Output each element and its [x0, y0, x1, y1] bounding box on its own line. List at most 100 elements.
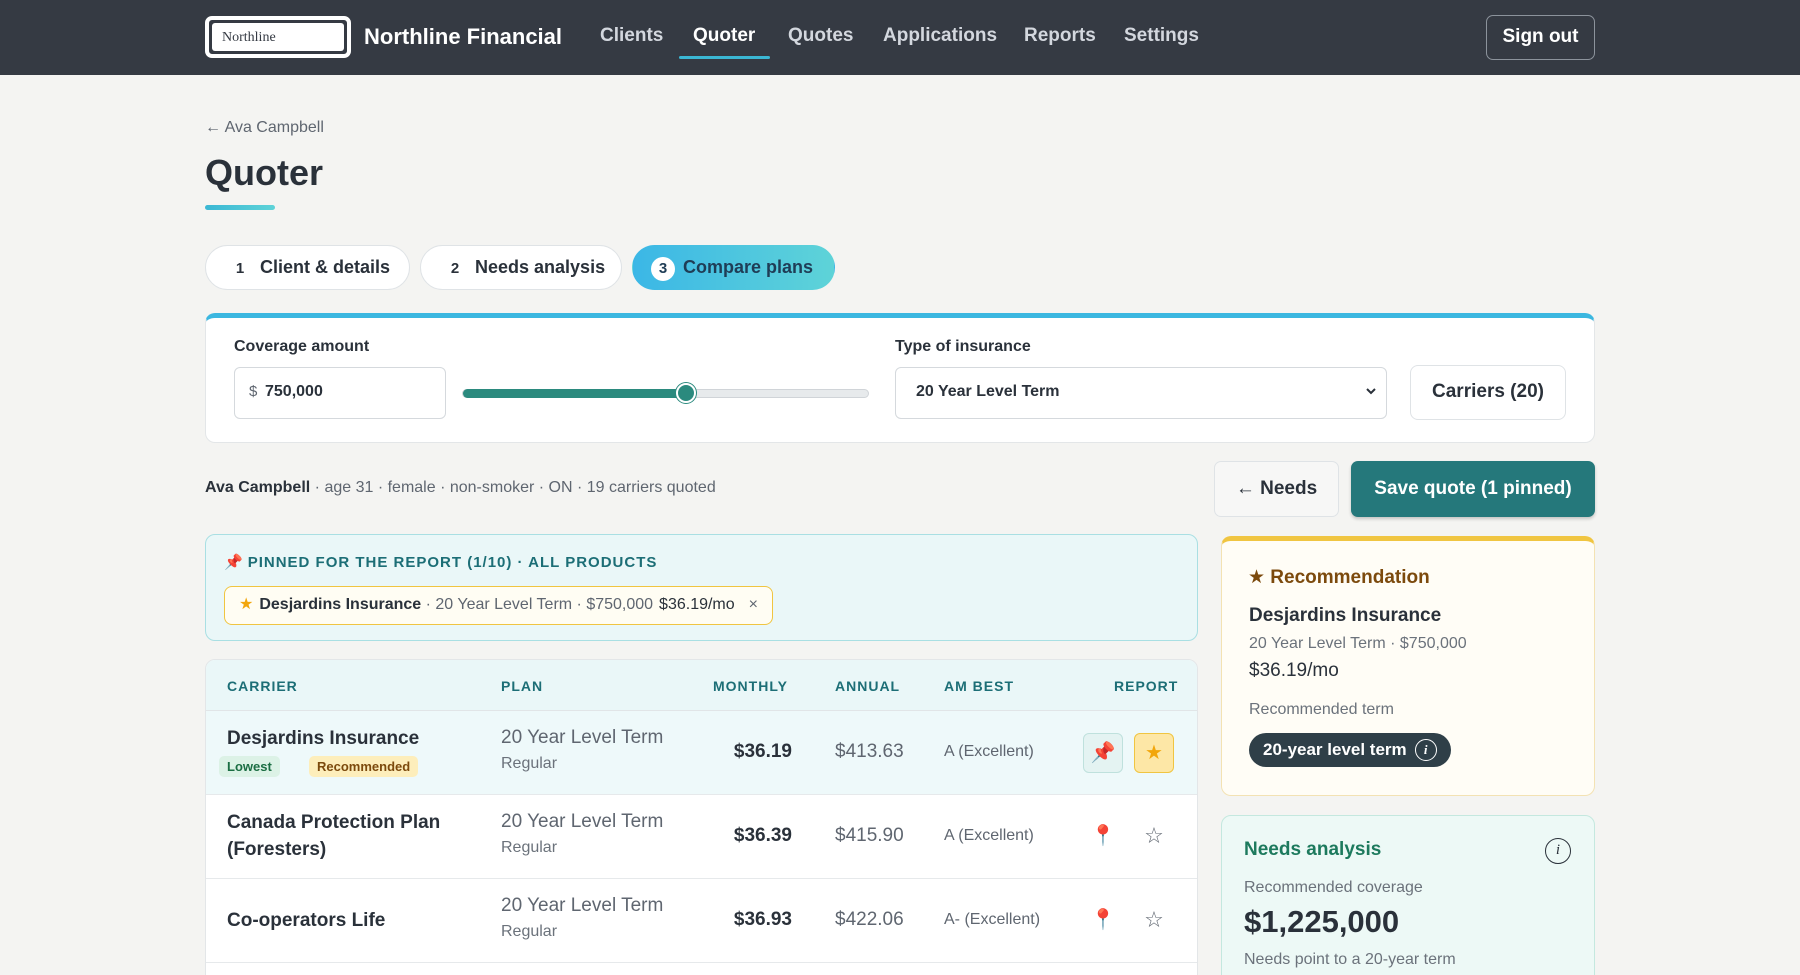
nav-link-applications[interactable]: Applications: [883, 25, 997, 47]
coverage-slider-fill: [463, 389, 687, 398]
monthly-premium: $36.39: [733, 825, 792, 846]
plan-name: 20 Year Level Term: [501, 895, 664, 916]
coverage-value: 750,000: [265, 383, 323, 400]
recommended-badge: Recommended: [309, 756, 419, 777]
pin-icon[interactable]: 📌: [1083, 733, 1123, 773]
nav-link-clients[interactable]: Clients: [600, 25, 663, 47]
step-needs-analysis[interactable]: 2 Needs analysis: [420, 245, 622, 290]
currency-symbol: $: [249, 383, 258, 400]
column-header-report: REPORT: [1114, 678, 1179, 694]
column-header-monthly[interactable]: MONTHLY: [713, 678, 788, 694]
chevron-down-icon: [1366, 388, 1376, 395]
nav-link-reports[interactable]: Reports: [1024, 25, 1096, 47]
nav-link-quotes[interactable]: Quotes: [788, 25, 853, 47]
star-icon: ★: [239, 596, 254, 613]
coverage-slider[interactable]: [462, 389, 869, 398]
step-number: 2: [450, 260, 460, 277]
recommended-plan: 20 Year Level Term · $750,000: [1249, 635, 1467, 652]
map-pin-icon[interactable]: 📍: [1083, 901, 1123, 941]
am-best-rating: A- (Excellent): [944, 911, 1041, 928]
recommendation-heading: ★ Recommendation: [1248, 567, 1430, 588]
column-header-annual[interactable]: ANNUAL: [835, 678, 900, 694]
map-pin-icon[interactable]: 📍: [1083, 817, 1123, 857]
recommendation-card: ★ Recommendation Desjardins Insurance 20…: [1221, 536, 1595, 796]
table-row[interactable]: Co-operators Life 20 Year Level Term Reg…: [206, 879, 1197, 963]
info-icon[interactable]: i: [1414, 739, 1437, 761]
plan-name: 20 Year Level Term: [501, 727, 664, 748]
step-compare-plans[interactable]: 3 Compare plans: [632, 245, 835, 290]
star-outline-icon[interactable]: ☆: [1134, 817, 1174, 857]
annual-premium: $413.63: [835, 741, 904, 762]
star-icon[interactable]: ★: [1134, 733, 1174, 773]
active-nav-indicator: [679, 56, 770, 59]
pinned-plan-detail: · 20 Year Level Term · $750,000: [421, 596, 654, 613]
monthly-premium: $36.93: [733, 909, 792, 930]
needs-analysis-card: Needs analysis i Recommended coverage $1…: [1221, 815, 1595, 975]
recommended-coverage-value: $1,225,000: [1244, 904, 1400, 939]
pinned-price: $36.19/mo: [659, 596, 735, 613]
insurance-type-label: Type of insurance: [895, 338, 1031, 355]
table-row[interactable]: Desjardins Insurance Lowest Recommended …: [206, 711, 1197, 795]
nav-link-quoter[interactable]: Quoter: [693, 25, 755, 47]
plan-class: Regular: [501, 923, 558, 940]
coverage-amount-label: Coverage amount: [234, 338, 370, 355]
carrier-name: Co-operators Life: [227, 910, 386, 931]
annual-premium: $422.06: [835, 909, 904, 930]
plan-class: Regular: [501, 755, 558, 772]
step-client-details[interactable]: 1 Client & details: [205, 245, 410, 290]
coverage-slider-handle[interactable]: [676, 383, 696, 403]
am-best-rating: A (Excellent): [944, 827, 1034, 844]
save-quote-button[interactable]: Save quote (1 pinned): [1351, 461, 1595, 517]
step-label: Client & details: [260, 257, 391, 277]
pin-icon: 📌: [224, 554, 244, 571]
page-title: Quoter: [205, 152, 324, 193]
column-header-carrier[interactable]: CARRIER: [227, 678, 298, 694]
monthly-premium: $36.19: [733, 741, 792, 762]
title-underline: [205, 205, 275, 210]
step-label: Needs analysis: [475, 257, 606, 277]
nav-link-settings[interactable]: Settings: [1124, 25, 1199, 47]
lowest-badge: Lowest: [219, 756, 280, 777]
recommended-term-pill[interactable]: 20-year level term i: [1249, 733, 1451, 767]
carrier-name: Canada Protection Plan (Foresters): [227, 809, 440, 863]
table-row[interactable]: Canada Protection Plan (Foresters) 20 Ye…: [206, 795, 1197, 879]
column-header-am-best[interactable]: AM BEST: [944, 678, 1014, 694]
step-label: Compare plans: [683, 257, 814, 277]
pinned-carrier: Desjardins Insurance: [259, 596, 422, 613]
carriers-button[interactable]: Carriers (20): [1410, 365, 1566, 420]
needs-analysis-heading: Needs analysis: [1244, 839, 1382, 860]
logo[interactable]: Northline: [205, 16, 351, 58]
info-icon[interactable]: i: [1545, 838, 1571, 864]
plan-name: 20 Year Level Term: [501, 811, 664, 832]
carrier-name-line-1: Canada Protection Plan: [227, 812, 441, 833]
back-to-needs-button[interactable]: ← Needs: [1214, 461, 1339, 517]
recommended-coverage-label: Recommended coverage: [1244, 879, 1423, 896]
client-details: · age 31 · female · non-smoker · ON · 19…: [310, 479, 716, 496]
coverage-amount-input[interactable]: $ 750,000: [234, 367, 446, 419]
plan-class: Regular: [501, 839, 558, 856]
table-header: CARRIER PLAN MONTHLY ANNUAL AM BEST REPO…: [206, 660, 1197, 711]
star-outline-icon[interactable]: ☆: [1134, 901, 1174, 941]
brand-name: Northline Financial: [364, 24, 563, 49]
step-number: 3: [651, 257, 675, 281]
insurance-type-select[interactable]: 20 Year Level Term: [895, 367, 1387, 419]
client-name: Ava Campbell: [205, 479, 311, 496]
back-to-client-link[interactable]: ← Ava Campbell: [205, 119, 324, 137]
am-best-rating: A (Excellent): [944, 743, 1034, 760]
step-number: 1: [235, 260, 245, 277]
recommended-carrier: Desjardins Insurance: [1249, 605, 1442, 626]
close-icon[interactable]: ×: [749, 596, 758, 613]
annual-premium: $415.90: [835, 825, 904, 846]
column-header-plan[interactable]: PLAN: [501, 678, 543, 694]
quotes-table: CARRIER PLAN MONTHLY ANNUAL AM BEST REPO…: [205, 659, 1198, 975]
insurance-type-value: 20 Year Level Term: [916, 383, 1060, 400]
sign-out-button[interactable]: Sign out: [1486, 15, 1595, 60]
client-summary: Ava Campbell · age 31 · female · non-smo…: [205, 479, 716, 497]
needs-note: Needs point to a 20-year term: [1244, 951, 1456, 968]
pinned-plan-chip[interactable]: ★ Desjardins Insurance · 20 Year Level Te…: [224, 586, 773, 625]
pinned-report-panel: 📌 PINNED FOR THE REPORT (1/10) · ALL PROD…: [205, 534, 1198, 641]
carrier-name: Desjardins Insurance: [227, 728, 420, 749]
recommended-term: 20-year level term: [1263, 740, 1407, 759]
pinned-heading: 📌 PINNED FOR THE REPORT (1/10) · ALL PROD…: [224, 553, 657, 571]
recommended-term-label: Recommended term: [1249, 701, 1394, 718]
